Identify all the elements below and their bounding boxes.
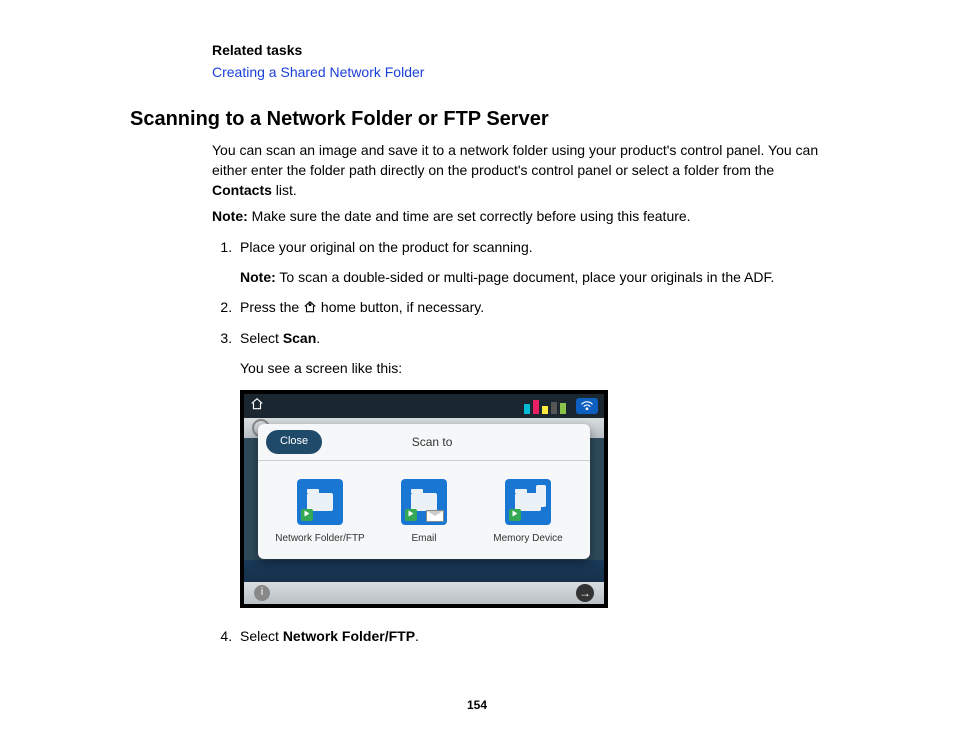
step-4: Select Network Folder/FTP. <box>236 626 824 646</box>
step-3: Select Scan. You see a screen like this: <box>236 328 824 609</box>
step-3-bold: Scan <box>283 330 316 346</box>
steps-list: Place your original on the product for s… <box>212 237 824 647</box>
option-email[interactable]: Email <box>379 479 469 545</box>
step-3-text-b: . <box>316 330 320 346</box>
step-1-note-text: To scan a double-sided or multi-page doc… <box>276 269 775 285</box>
step-4-bold: Network Folder/FTP <box>283 628 415 644</box>
device-bottom-bar: i → <box>244 582 604 604</box>
email-icon <box>401 479 447 525</box>
section-title: Scanning to a Network Folder or FTP Serv… <box>130 105 824 134</box>
option-memory-device-label: Memory Device <box>493 533 562 545</box>
step-3-after: You see a screen like this: <box>240 358 824 378</box>
memory-device-icon <box>505 479 551 525</box>
device-home-icon <box>250 396 264 416</box>
step-4-text-b: . <box>415 628 419 644</box>
option-network-folder[interactable]: Network Folder/FTP <box>275 479 365 545</box>
note-label: Note: <box>212 208 248 224</box>
option-network-folder-label: Network Folder/FTP <box>275 533 364 545</box>
wifi-icon <box>576 398 598 414</box>
related-task-link[interactable]: Creating a Shared Network Folder <box>212 62 824 82</box>
close-button[interactable]: Close <box>266 430 322 454</box>
step-1: Place your original on the product for s… <box>236 237 824 288</box>
option-email-label: Email <box>411 533 436 545</box>
related-tasks-heading: Related tasks <box>212 40 824 60</box>
info-icon: i <box>254 585 270 601</box>
option-memory-device[interactable]: Memory Device <box>483 479 573 545</box>
note-text: Make sure the date and time are set corr… <box>248 208 691 224</box>
next-arrow-icon: → <box>576 584 594 602</box>
intro-text-b: list. <box>272 182 297 198</box>
step-1-note-label: Note: <box>240 269 276 285</box>
intro-contacts-bold: Contacts <box>212 182 272 198</box>
step-3-text-a: Select <box>240 330 283 346</box>
intro-text-a: You can scan an image and save it to a n… <box>212 142 818 178</box>
network-folder-icon <box>297 479 343 525</box>
device-screenshot: i → Close Scan to Netwo <box>240 390 608 608</box>
step-2: Press the home button, if necessary. <box>236 297 824 317</box>
step-4-text-a: Select <box>240 628 283 644</box>
step-1-text: Place your original on the product for s… <box>240 239 533 255</box>
page-number: 154 <box>130 697 824 714</box>
device-top-strip <box>244 394 604 418</box>
step-1-note: Note: To scan a double-sided or multi-pa… <box>240 267 824 287</box>
step-2-text-a: Press the <box>240 299 303 315</box>
scan-to-modal: Close Scan to Network Folder/FTP <box>258 424 590 559</box>
ink-levels-icon <box>524 398 566 414</box>
note-line: Note: Make sure the date and time are se… <box>212 206 824 226</box>
step-2-text-b: home button, if necessary. <box>317 299 484 315</box>
intro-paragraph: You can scan an image and save it to a n… <box>212 140 824 201</box>
home-icon <box>303 299 317 315</box>
modal-title: Scan to <box>322 434 542 451</box>
